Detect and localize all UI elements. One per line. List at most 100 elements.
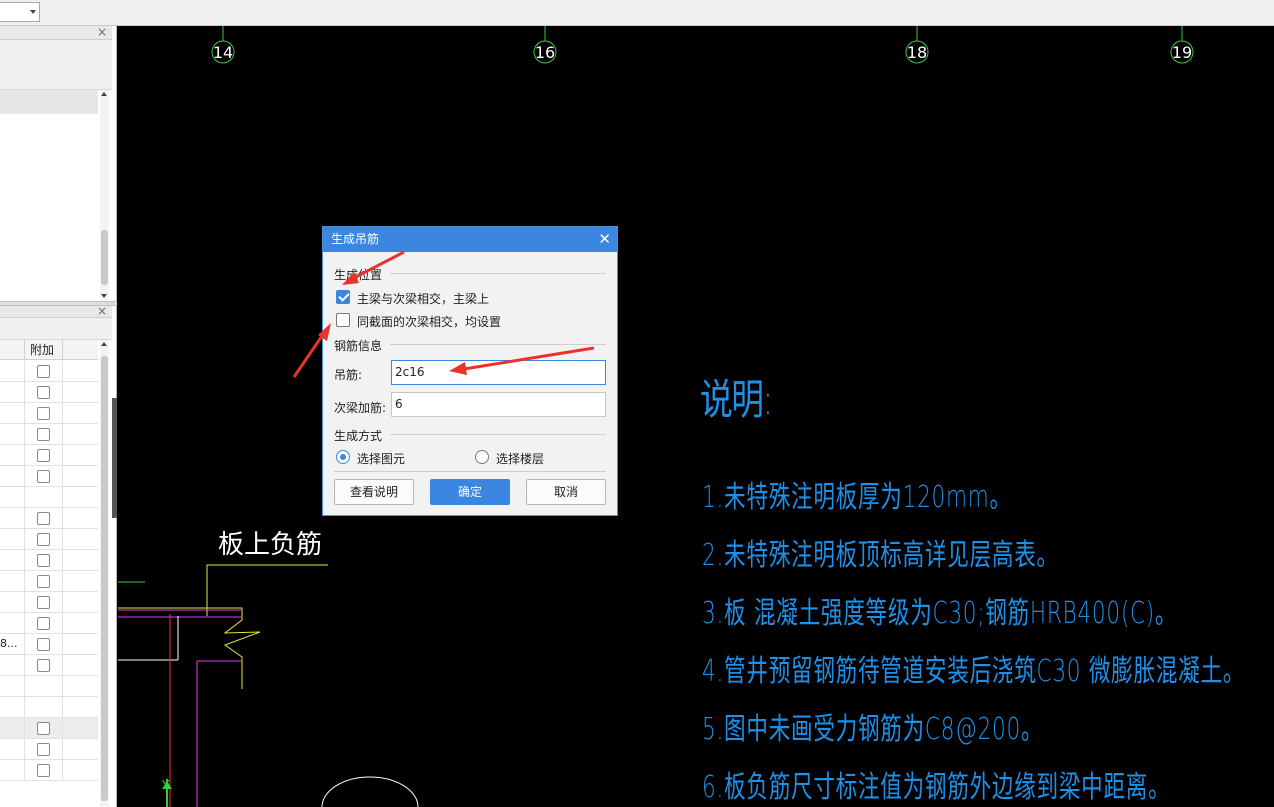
left-dock: × × 附加 8... xyxy=(0,25,117,807)
slab-rebar-detail: 板上负筋 Y xyxy=(118,530,419,807)
row-checkbox[interactable] xyxy=(37,743,50,756)
same-section-checkbox[interactable] xyxy=(336,313,350,327)
table-row[interactable] xyxy=(0,760,98,781)
row-checkbox[interactable] xyxy=(37,407,50,420)
table-row[interactable] xyxy=(0,571,98,592)
row-checkbox[interactable] xyxy=(37,764,50,777)
table-row[interactable] xyxy=(0,508,98,529)
row-checkbox[interactable] xyxy=(37,365,50,378)
select-elements-radio[interactable] xyxy=(336,450,350,464)
table-row[interactable] xyxy=(0,529,98,550)
table-row[interactable] xyxy=(0,718,98,739)
row-checkbox[interactable] xyxy=(37,449,50,462)
note-line: 4.管井预留钢筋待管道安装后浇筑C30 微膨胀混凝土。 xyxy=(702,654,1246,689)
row-checkbox[interactable] xyxy=(37,638,50,651)
table-cell xyxy=(0,571,25,592)
table-row[interactable] xyxy=(0,613,98,634)
table-row[interactable] xyxy=(0,487,98,508)
dock-collapse-handle[interactable] xyxy=(112,398,117,518)
grid-header: 附加 xyxy=(0,340,98,360)
select-floors-label[interactable]: 选择楼层 xyxy=(496,450,544,467)
cad-canvas[interactable]: 14 16 18 19 板上负筋 Y 说明: 1.未特殊注明板厚为120mm。 … xyxy=(118,26,1274,807)
cancel-button[interactable]: 取消 xyxy=(526,479,606,505)
row-checkbox[interactable] xyxy=(37,554,50,567)
table-row[interactable] xyxy=(0,445,98,466)
extra-cell xyxy=(25,403,63,424)
divider xyxy=(334,471,606,472)
extra-rebar-input[interactable]: 6 xyxy=(391,392,606,417)
table-row[interactable] xyxy=(0,361,98,382)
row-checkbox[interactable] xyxy=(37,533,50,546)
table-row[interactable] xyxy=(0,424,98,445)
select-elements-label[interactable]: 选择图元 xyxy=(357,450,405,467)
table-cell xyxy=(0,739,25,760)
table-row[interactable] xyxy=(0,550,98,571)
table-cell: 8... xyxy=(0,634,25,655)
y-axis-label: Y xyxy=(161,778,170,792)
close-icon[interactable]: × xyxy=(97,304,107,318)
note-line: 1.未特殊注明板厚为120mm。 xyxy=(702,480,1012,515)
table-cell xyxy=(0,655,25,676)
extra-cell xyxy=(25,697,63,718)
generate-hanger-dialog: 生成吊筋 ✕ 生成位置 主梁与次梁相交，主梁上 同截面的次梁相交，均设置 钢筋信… xyxy=(322,226,618,516)
table-cell xyxy=(0,718,25,739)
table-row[interactable] xyxy=(0,466,98,487)
table-row[interactable] xyxy=(0,676,98,697)
app-window: × × 附加 8... 14 16 18 19 板上负筋 Y 说明: 1.未特殊… xyxy=(0,0,1274,807)
top-dropdown[interactable] xyxy=(0,2,40,22)
axis-bubble-14: 14 xyxy=(211,26,235,64)
same-section-label[interactable]: 同截面的次梁相交，均设置 xyxy=(357,313,501,330)
upper-panel-scrollbar[interactable] xyxy=(100,90,109,300)
table-row[interactable] xyxy=(0,403,98,424)
scrollbar-thumb[interactable] xyxy=(101,230,108,285)
upper-panel-selected-row[interactable] xyxy=(0,90,98,114)
table-cell xyxy=(0,403,25,424)
row-checkbox[interactable] xyxy=(37,386,50,399)
extra-cell xyxy=(25,508,63,529)
hanger-input[interactable]: 2c16 xyxy=(391,360,606,385)
main-secondary-checkbox[interactable] xyxy=(336,290,350,304)
scroll-up-icon[interactable] xyxy=(101,92,107,96)
table-row[interactable] xyxy=(0,739,98,760)
extra-cell xyxy=(25,361,63,382)
extra-rebar-label: 次梁加筋: xyxy=(334,401,387,415)
table-row[interactable] xyxy=(0,382,98,403)
row-checkbox[interactable] xyxy=(37,617,50,630)
row-checkbox[interactable] xyxy=(37,575,50,588)
scroll-down-icon[interactable] xyxy=(101,294,107,298)
chevron-down-icon[interactable] xyxy=(30,10,36,14)
axis-label: 16 xyxy=(535,43,555,62)
table-row[interactable] xyxy=(0,655,98,676)
section-position-label: 生成位置 xyxy=(334,268,383,282)
row-checkbox[interactable] xyxy=(37,512,50,525)
close-icon[interactable]: ✕ xyxy=(598,227,611,252)
select-floors-radio[interactable] xyxy=(475,450,489,464)
view-help-button[interactable]: 查看说明 xyxy=(334,479,414,505)
scrollbar-thumb[interactable] xyxy=(101,356,108,801)
axis-label: 19 xyxy=(1172,43,1192,62)
row-checkbox[interactable] xyxy=(37,470,50,483)
table-cell xyxy=(0,382,25,403)
axis-bubble-18: 18 xyxy=(905,26,929,64)
table-cell xyxy=(0,550,25,571)
row-checkbox[interactable] xyxy=(37,596,50,609)
extra-cell xyxy=(25,487,63,508)
notes-title: 说明: xyxy=(700,375,773,424)
row-checkbox[interactable] xyxy=(37,659,50,672)
table-row[interactable]: 8... xyxy=(0,634,98,655)
table-row[interactable] xyxy=(0,697,98,718)
table-cell xyxy=(0,445,25,466)
axis-bubble-19: 19 xyxy=(1170,26,1194,64)
grid-header-cell xyxy=(0,340,25,360)
lower-panel-scrollbar[interactable] xyxy=(100,340,109,807)
scroll-up-icon[interactable] xyxy=(101,342,107,346)
main-secondary-label[interactable]: 主梁与次梁相交，主梁上 xyxy=(357,290,489,307)
lower-panel-header: × xyxy=(0,304,112,318)
upper-panel: × xyxy=(0,25,112,301)
ok-button[interactable]: 确定 xyxy=(430,479,510,505)
row-checkbox[interactable] xyxy=(37,722,50,735)
upper-panel-header: × xyxy=(0,25,112,40)
table-row[interactable] xyxy=(0,592,98,613)
close-icon[interactable]: × xyxy=(97,25,107,39)
row-checkbox[interactable] xyxy=(37,428,50,441)
